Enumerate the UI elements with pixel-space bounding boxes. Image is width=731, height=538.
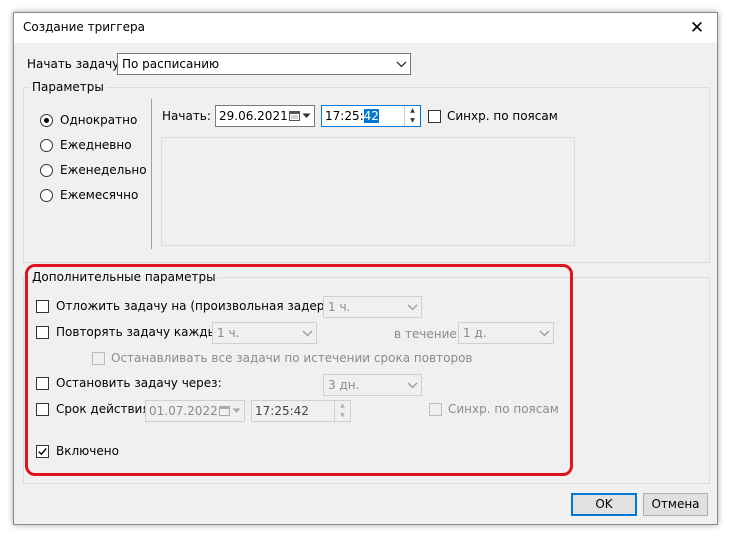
start-task-value: По расписанию	[122, 57, 220, 71]
radio-once[interactable]	[40, 114, 53, 127]
start-date-value: 29.06.2021	[219, 109, 288, 123]
radio-weekly[interactable]	[40, 164, 53, 177]
radio-daily-label: Ежедневно	[60, 138, 132, 152]
start-time-input[interactable]: 17:25:42 ▲ ▼	[321, 105, 421, 127]
start-label: Начать:	[162, 109, 211, 123]
radio-daily[interactable]	[40, 139, 53, 152]
start-date-picker[interactable]: 29.06.2021	[215, 105, 315, 127]
sync-timezones-label: Синхр. по поясам	[447, 109, 558, 123]
ok-button[interactable]: OK	[571, 493, 637, 516]
radio-once-label: Однократно	[60, 113, 138, 127]
chevron-down-icon	[392, 54, 410, 74]
highlight-frame	[25, 264, 573, 476]
spin-down-icon[interactable]: ▼	[405, 116, 420, 126]
radio-weekly-label: Еженедельно	[60, 163, 147, 177]
radio-monthly[interactable]	[40, 189, 53, 202]
sync-timezones-checkbox[interactable]	[428, 110, 441, 123]
radio-monthly-label: Ежемесячно	[60, 188, 139, 202]
title-bar: Создание триггера ✕	[14, 13, 717, 43]
close-icon[interactable]: ✕	[677, 13, 717, 43]
create-trigger-dialog: Создание триггера ✕ Начать задачу: По ра…	[13, 12, 718, 525]
time-spinner[interactable]: ▲ ▼	[404, 106, 420, 126]
cancel-button[interactable]: Отмена	[643, 493, 708, 516]
parameters-divider	[151, 99, 152, 249]
calendar-icon	[289, 108, 311, 124]
schedule-options-panel	[161, 137, 575, 246]
dialog-title: Создание триггера	[23, 20, 145, 34]
start-task-select[interactable]: По расписанию	[117, 53, 411, 75]
start-time-prefix: 17:25:	[325, 109, 364, 123]
parameters-group-title: Параметры	[30, 79, 106, 95]
start-time-selected: 42	[363, 109, 379, 123]
start-task-label: Начать задачу:	[27, 57, 124, 71]
